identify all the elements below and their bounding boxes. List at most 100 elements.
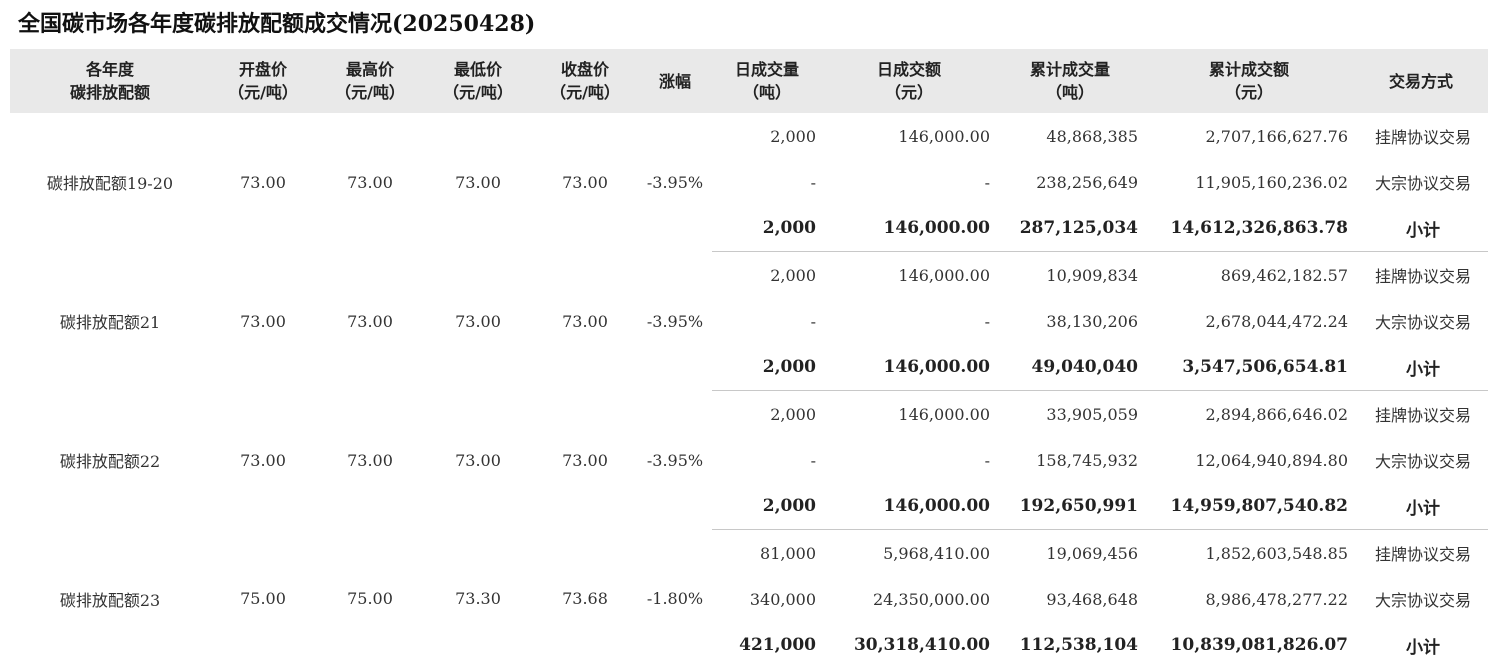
column-header-label: 最高价	[316, 58, 424, 81]
high-price: 73.00	[316, 391, 424, 530]
change-percent: -3.95%	[638, 113, 712, 252]
allowance-name: 碳排放配额19-20	[10, 113, 210, 252]
trade-mode: 挂牌协议交易	[1354, 113, 1488, 159]
allowance-name: 碳排放配额21	[10, 252, 210, 391]
cumulative-amount: 2,678,044,472.24	[1144, 298, 1354, 344]
daily-amount: 146,000.00	[822, 483, 996, 530]
daily-volume: 2,000	[712, 483, 822, 530]
daily-amount: 146,000.00	[822, 391, 996, 438]
daily-amount: -	[822, 437, 996, 483]
low-price: 73.00	[424, 113, 532, 252]
column-header: 各年度碳排放配额	[10, 49, 210, 113]
daily-volume: 2,000	[712, 391, 822, 438]
daily-volume: 2,000	[712, 252, 822, 299]
daily-volume: 81,000	[712, 530, 822, 577]
open-price: 73.00	[210, 113, 316, 252]
trade-mode: 大宗协议交易	[1354, 298, 1488, 344]
cumulative-volume: 10,909,834	[996, 252, 1144, 299]
column-header-unit: 碳排放配额	[10, 81, 210, 104]
cumulative-amount: 1,852,603,548.85	[1144, 530, 1354, 577]
close-price: 73.00	[532, 113, 638, 252]
daily-amount: 24,350,000.00	[822, 576, 996, 622]
header-row: 各年度碳排放配额开盘价（元/吨）最高价（元/吨）最低价（元/吨）收盘价（元/吨）…	[10, 49, 1488, 113]
daily-volume: 2,000	[712, 344, 822, 391]
trade-mode: 挂牌协议交易	[1354, 530, 1488, 577]
high-price: 73.00	[316, 113, 424, 252]
column-header-label: 各年度	[10, 58, 210, 81]
column-header: 最低价（元/吨）	[424, 49, 532, 113]
column-header: 开盘价（元/吨）	[210, 49, 316, 113]
cumulative-volume: 49,040,040	[996, 344, 1144, 391]
cumulative-amount: 14,959,807,540.82	[1144, 483, 1354, 530]
cumulative-volume: 238,256,649	[996, 159, 1144, 205]
table-row: 碳排放配额2273.0073.0073.0073.00-3.95%2,00014…	[10, 391, 1488, 438]
cumulative-volume: 93,468,648	[996, 576, 1144, 622]
close-price: 73.68	[532, 530, 638, 668]
cumulative-volume: 112,538,104	[996, 622, 1144, 668]
allowance-group: 碳排放配额2173.0073.0073.0073.00-3.95%2,00014…	[10, 252, 1488, 391]
trade-mode: 挂牌协议交易	[1354, 252, 1488, 299]
column-header-label: 累计成交额	[1144, 58, 1354, 81]
open-price: 73.00	[210, 252, 316, 391]
trade-mode: 大宗协议交易	[1354, 437, 1488, 483]
daily-amount: 30,318,410.00	[822, 622, 996, 668]
column-header: 交易方式	[1354, 49, 1488, 113]
cumulative-volume: 19,069,456	[996, 530, 1144, 577]
daily-amount: 146,000.00	[822, 344, 996, 391]
column-header: 最高价（元/吨）	[316, 49, 424, 113]
allowance-group: 碳排放配额2273.0073.0073.0073.00-3.95%2,00014…	[10, 391, 1488, 530]
cumulative-amount: 12,064,940,894.80	[1144, 437, 1354, 483]
daily-volume: -	[712, 437, 822, 483]
trade-mode: 挂牌协议交易	[1354, 391, 1488, 438]
daily-volume: 421,000	[712, 622, 822, 668]
column-header: 日成交量（吨）	[712, 49, 822, 113]
cumulative-amount: 2,707,166,627.76	[1144, 113, 1354, 159]
daily-volume: 2,000	[712, 113, 822, 159]
change-percent: -3.95%	[638, 391, 712, 530]
high-price: 73.00	[316, 252, 424, 391]
trade-mode: 小计	[1354, 483, 1488, 530]
daily-amount: 146,000.00	[822, 252, 996, 299]
daily-amount: 5,968,410.00	[822, 530, 996, 577]
daily-volume: 2,000	[712, 205, 822, 252]
column-header-unit: （吨）	[996, 81, 1144, 104]
table-header: 各年度碳排放配额开盘价（元/吨）最高价（元/吨）最低价（元/吨）收盘价（元/吨）…	[10, 49, 1488, 113]
allowance-name: 碳排放配额22	[10, 391, 210, 530]
column-header-unit: （元/吨）	[210, 81, 316, 104]
column-header-label: 收盘价	[532, 58, 638, 81]
column-header-unit: （元）	[822, 81, 996, 104]
allowance-name: 碳排放配额23	[10, 530, 210, 668]
low-price: 73.00	[424, 391, 532, 530]
low-price: 73.30	[424, 530, 532, 668]
column-header: 日成交额（元）	[822, 49, 996, 113]
column-header: 涨幅	[638, 49, 712, 113]
page-title: 全国碳市场各年度碳排放配额成交情况(20250428)	[18, 6, 535, 42]
cumulative-amount: 10,839,081,826.07	[1144, 622, 1354, 668]
trade-mode: 大宗协议交易	[1354, 576, 1488, 622]
column-header-label: 最低价	[424, 58, 532, 81]
daily-volume: -	[712, 298, 822, 344]
cumulative-volume: 192,650,991	[996, 483, 1144, 530]
table-row: 碳排放配额2375.0075.0073.3073.68-1.80%81,0005…	[10, 530, 1488, 577]
column-header-unit: （元/吨）	[316, 81, 424, 104]
trade-mode: 小计	[1354, 205, 1488, 252]
cumulative-amount: 14,612,326,863.78	[1144, 205, 1354, 252]
column-header-unit: （吨）	[712, 81, 822, 104]
column-header: 累计成交额（元）	[1144, 49, 1354, 113]
trade-mode: 小计	[1354, 344, 1488, 391]
table-row: 碳排放配额2173.0073.0073.0073.00-3.95%2,00014…	[10, 252, 1488, 299]
column-header-label: 日成交额	[822, 58, 996, 81]
cumulative-volume: 38,130,206	[996, 298, 1144, 344]
column-header-label: 涨幅	[638, 70, 712, 93]
column-header-label: 累计成交量	[996, 58, 1144, 81]
close-price: 73.00	[532, 391, 638, 530]
cumulative-amount: 11,905,160,236.02	[1144, 159, 1354, 205]
cumulative-amount: 2,894,866,646.02	[1144, 391, 1354, 438]
cumulative-volume: 287,125,034	[996, 205, 1144, 252]
cumulative-volume: 158,745,932	[996, 437, 1144, 483]
low-price: 73.00	[424, 252, 532, 391]
daily-volume: -	[712, 159, 822, 205]
cumulative-amount: 869,462,182.57	[1144, 252, 1354, 299]
cumulative-amount: 8,986,478,277.22	[1144, 576, 1354, 622]
daily-amount: -	[822, 159, 996, 205]
